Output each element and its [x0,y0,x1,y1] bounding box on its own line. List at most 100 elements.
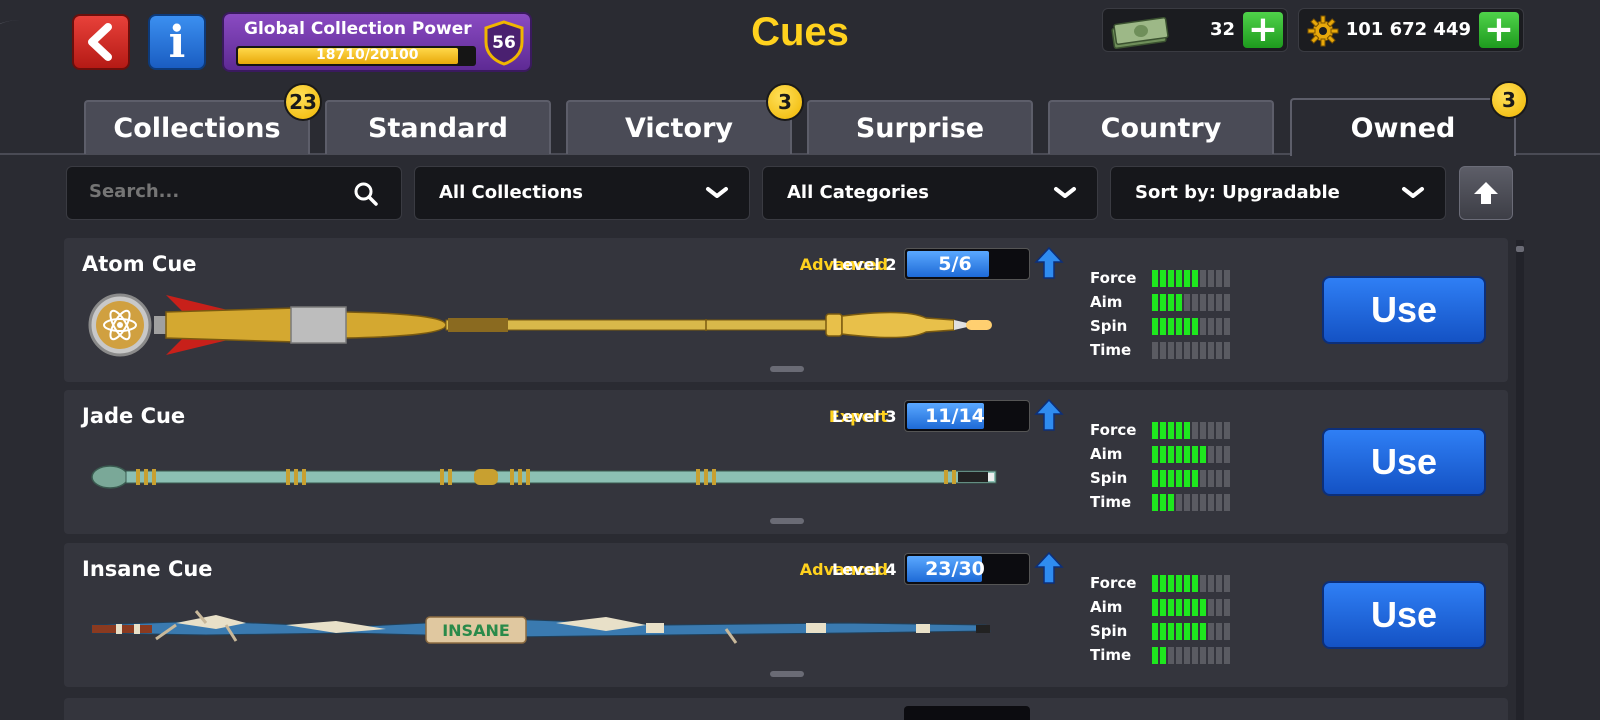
stat-segment [1176,270,1182,287]
stat-segment [1168,422,1174,439]
tab-label: Standard [368,112,508,144]
upgrade-arrow-icon[interactable] [1034,398,1064,432]
stat-segment [1176,446,1182,463]
collection-power-label: Global Collection Power [244,19,472,39]
stat-aim-bars [1152,446,1230,463]
stat-label: Force [1090,421,1137,439]
add-coins-button[interactable]: + [1479,12,1519,48]
stat-segment [1216,422,1222,439]
cue-level-progress: 23/30 [904,553,1030,585]
stat-segment [1152,446,1158,463]
stat-spin: Spin [1090,314,1260,338]
stat-segment [1216,647,1222,664]
stat-label: Aim [1090,293,1123,311]
search-box[interactable] [66,166,402,220]
global-collection-power[interactable]: Global Collection Power 18710/20100 56 [222,12,532,72]
stat-segment [1168,294,1174,311]
chevron-down-icon [706,187,728,198]
stat-segment [1208,318,1214,335]
sort-dropdown[interactable]: Sort by: Upgradable [1110,166,1446,220]
stat-segment [1160,270,1166,287]
info-icon: i [168,16,186,68]
back-button[interactable] [72,14,130,70]
cue-level: Level 3 [832,407,897,426]
cash-balance: 32 + [1102,8,1288,52]
stat-segment [1208,647,1214,664]
tab-victory[interactable]: Victory [566,100,792,154]
stat-segment [1192,623,1198,640]
upgrade-arrow-icon[interactable] [1034,551,1064,585]
tab-country[interactable]: Country [1048,100,1274,154]
stat-segment [1216,342,1222,359]
stat-segment [1192,470,1198,487]
tab-label: Owned [1350,112,1456,144]
upgrade-arrow-icon[interactable] [1034,246,1064,280]
search-input[interactable] [89,181,339,202]
stat-segment [1192,294,1198,311]
stat-segment [1176,647,1182,664]
stat-segment [1216,446,1222,463]
stat-spin-bars [1152,318,1230,335]
categories-dropdown[interactable]: All Categories [762,166,1098,220]
tab-standard[interactable]: Standard [325,100,551,154]
search-icon[interactable] [353,181,379,207]
stat-spin: Spin [1090,466,1260,490]
stat-segment [1224,270,1230,287]
stat-segment [1208,446,1214,463]
stat-segment [1200,647,1206,664]
expand-handle[interactable] [770,366,804,372]
stat-label: Spin [1090,317,1128,335]
cue-card-jade[interactable]: Jade Cue Expert Level 3 11/14 Force Aim … [64,390,1508,534]
stat-segment [1216,270,1222,287]
stat-segment [1176,294,1182,311]
stat-segment [1160,422,1166,439]
stat-segment [1208,270,1214,287]
stat-segment [1176,599,1182,616]
stat-segment [1184,575,1190,592]
collection-power-value: 18710/20100 [316,47,419,63]
stat-segment [1224,422,1230,439]
stat-segment [1152,294,1158,311]
stat-segment [1200,342,1206,359]
use-button[interactable]: Use [1322,428,1486,496]
back-arrow-icon [88,23,112,61]
cue-level: Level 4 [832,560,897,579]
use-button[interactable]: Use [1322,276,1486,344]
stat-segment [1208,599,1214,616]
stat-segment [1184,318,1190,335]
stat-segment [1184,599,1190,616]
stat-aim: Aim [1090,595,1260,619]
tab-owned[interactable]: Owned [1290,98,1516,156]
list-scrollbar[interactable] [1516,240,1524,720]
add-cash-button[interactable]: + [1243,12,1283,48]
cue-card-atom[interactable]: Atom Cue Advanced Level 2 5/6 Force Aim … [64,238,1508,382]
collection-power-bar: 18710/20100 [236,46,476,66]
chevron-down-icon [1054,187,1076,198]
scrollbar-thumb[interactable] [1516,246,1524,252]
stat-segment [1200,599,1206,616]
page-title: Cues [751,10,849,54]
expand-handle[interactable] [770,518,804,524]
stat-segment [1192,342,1198,359]
expand-handle[interactable] [770,671,804,677]
collections-dropdown[interactable]: All Collections [414,166,750,220]
tab-label: Collections [113,112,281,144]
stat-segment [1216,599,1222,616]
stat-segment [1224,647,1230,664]
stat-segment [1224,318,1230,335]
stat-segment [1168,342,1174,359]
screen-edge-decoration [0,20,20,150]
cue-card-insane[interactable]: Insane Cue Advanced Level 4 23/30 INSANE… [64,543,1508,687]
cue-level: Level 2 [832,255,897,274]
stat-segment [1184,294,1190,311]
stat-segment [1152,422,1158,439]
cue-card-partial[interactable] [64,698,1508,720]
tab-surprise[interactable]: Surprise [807,100,1033,154]
stat-segment [1168,446,1174,463]
use-button[interactable]: Use [1322,581,1486,649]
tab-collections[interactable]: Collections [84,100,310,154]
info-button[interactable]: i [148,14,206,70]
stat-segment [1184,623,1190,640]
sort-direction-button[interactable] [1459,166,1513,220]
stat-segment [1152,599,1158,616]
